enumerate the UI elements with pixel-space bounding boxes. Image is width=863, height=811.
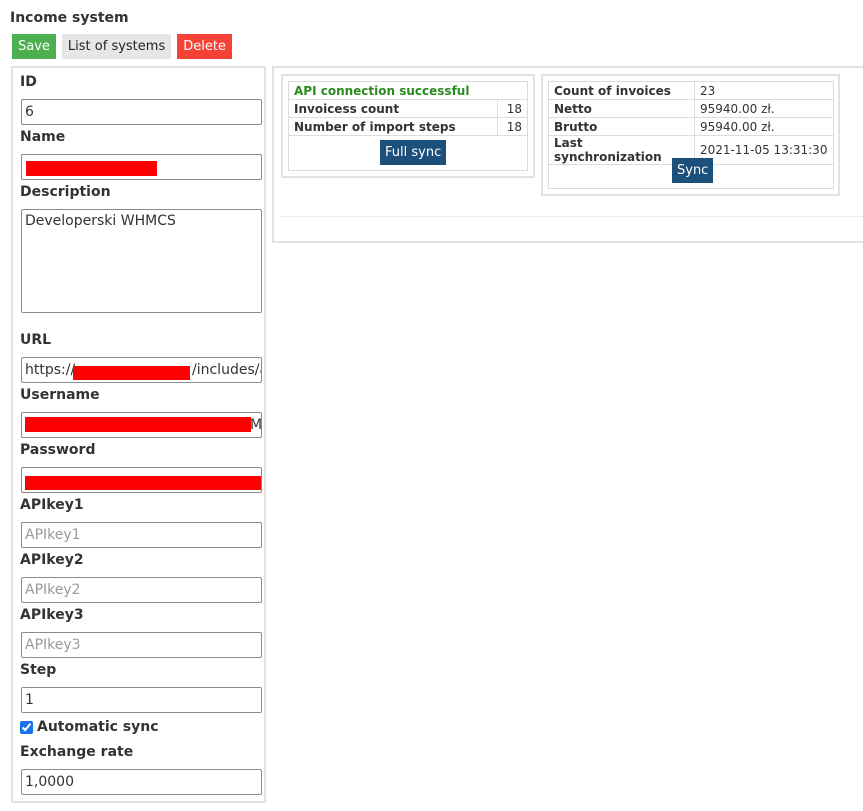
- url-value-end: /includes/a: [192, 362, 262, 378]
- automatic-sync-checkbox[interactable]: [20, 720, 33, 734]
- divider: [280, 216, 863, 217]
- invoices-count-label: Invoicess count: [288, 99, 498, 118]
- netto-value: 95940.00 zł.: [694, 99, 834, 118]
- name-redaction: [26, 161, 157, 176]
- toolbar: Save List of systems Delete: [12, 34, 232, 59]
- apikey2-label: APIkey2: [20, 552, 84, 568]
- invoices-count-value: 18: [497, 99, 528, 118]
- id-field[interactable]: [21, 99, 262, 125]
- api-status-text: API connection successful: [288, 81, 528, 100]
- username-label: Username: [20, 387, 100, 403]
- sync-button[interactable]: Sync: [672, 158, 714, 183]
- table-row: Brutto 95940.00 zł.: [548, 117, 834, 136]
- url-label: URL: [20, 332, 52, 348]
- api-status-table: API connection successful Invoicess coun…: [288, 81, 528, 136]
- count-of-invoices-value: 23: [694, 81, 834, 100]
- apikey1-label: APIkey1: [20, 497, 84, 513]
- last-sync-value: 2021-11-05 13:31:30: [694, 135, 834, 165]
- apikey3-field[interactable]: [21, 632, 262, 658]
- full-sync-button[interactable]: Full sync: [380, 140, 447, 165]
- sync-panel: API connection successful Invoicess coun…: [272, 66, 863, 243]
- password-label: Password: [20, 442, 96, 458]
- description-label: Description: [20, 184, 111, 200]
- username-redaction: [25, 417, 251, 432]
- netto-label: Netto: [548, 99, 695, 118]
- url-redaction: [73, 366, 190, 380]
- api-status-card: API connection successful Invoicess coun…: [281, 74, 535, 178]
- apikey3-label: APIkey3: [20, 607, 84, 623]
- brutto-label: Brutto: [548, 117, 695, 136]
- list-of-systems-button[interactable]: List of systems: [61, 34, 172, 59]
- step-label: Step: [20, 662, 57, 678]
- page-title: Income system: [10, 10, 129, 26]
- table-row: Count of invoices 23: [548, 81, 834, 100]
- apikey1-field[interactable]: [21, 522, 262, 548]
- count-of-invoices-label: Count of invoices: [548, 81, 695, 100]
- delete-button[interactable]: Delete: [177, 34, 232, 59]
- step-field[interactable]: [21, 687, 262, 713]
- system-form: ID Name Description Developerski WHMCS U…: [11, 66, 266, 803]
- id-label: ID: [20, 74, 37, 90]
- automatic-sync-row: Automatic sync: [20, 719, 159, 735]
- url-value-start: https://: [25, 362, 76, 378]
- description-field[interactable]: Developerski WHMCS: [21, 209, 262, 313]
- exchange-rate-label: Exchange rate: [20, 744, 134, 760]
- table-row: Invoicess count 18: [288, 99, 528, 118]
- stats-table: Count of invoices 23 Netto 95940.00 zł. …: [548, 81, 834, 165]
- table-row: Netto 95940.00 zł.: [548, 99, 834, 118]
- name-label: Name: [20, 129, 66, 145]
- apikey2-field[interactable]: [21, 577, 262, 603]
- username-value-tail: M: [250, 417, 262, 433]
- save-button[interactable]: Save: [12, 34, 56, 59]
- automatic-sync-label: Automatic sync: [37, 719, 159, 735]
- password-redaction: [25, 476, 261, 490]
- table-row: Number of import steps 18: [288, 117, 528, 136]
- brutto-value: 95940.00 zł.: [694, 117, 834, 136]
- exchange-rate-field[interactable]: [21, 769, 262, 795]
- import-steps-label: Number of import steps: [288, 117, 498, 136]
- stats-card: Count of invoices 23 Netto 95940.00 zł. …: [541, 74, 840, 196]
- import-steps-value: 18: [497, 117, 528, 136]
